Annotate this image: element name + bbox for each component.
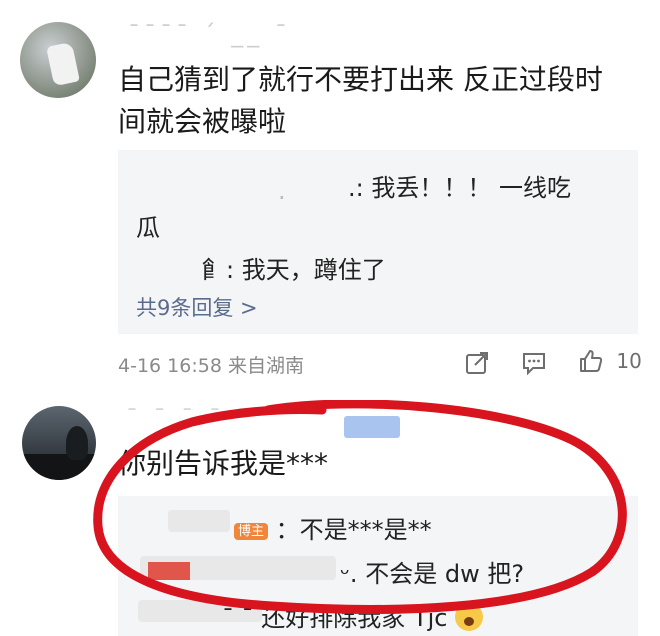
comment-icon xyxy=(523,353,545,376)
avatar-figure xyxy=(46,41,80,87)
avatar[interactable] xyxy=(20,22,96,98)
reply-text: 我天，蹲住了 xyxy=(241,256,386,284)
timestamp: 4-16 16:58 来自湖南 xyxy=(118,355,304,377)
reply-box: .: 我丢！！！ 一线吃 · 瓜 ⻞: 我天，蹲住了 共9条回复 > xyxy=(118,150,638,334)
username-masked[interactable]: ˉˉˉˉ ˊ __ ˉ xyxy=(128,20,291,48)
reply-item[interactable]: .: 我丢！！！ 一线吃 xyxy=(348,168,571,203)
avatar[interactable] xyxy=(22,406,96,480)
like-button[interactable]: 10 xyxy=(578,348,642,374)
reply-text-continued: 瓜 xyxy=(136,214,160,242)
comment-text-line2: 间就会被曝啦 xyxy=(118,105,287,138)
masked-dot: · xyxy=(278,184,286,212)
reply-text: 我丢！！！ 一线吃 xyxy=(371,174,571,202)
reply-item[interactable]: ⻞: 我天，蹲住了 xyxy=(202,250,386,285)
comment-button[interactable] xyxy=(521,350,547,381)
share-icon xyxy=(466,352,488,374)
like-count: 10 xyxy=(616,349,642,373)
reply-user[interactable]: ⻞: xyxy=(202,256,234,284)
avatar-tree xyxy=(66,426,88,460)
like-icon xyxy=(580,350,603,372)
share-button[interactable] xyxy=(464,350,490,381)
more-replies-link[interactable]: 共9条回复 > xyxy=(136,292,258,322)
red-annotation-circle xyxy=(93,400,627,614)
comment-text-line1: 自己猜到了就行不要打出来 反正过段时 xyxy=(118,63,603,96)
reply-user[interactable]: .: xyxy=(348,174,364,202)
